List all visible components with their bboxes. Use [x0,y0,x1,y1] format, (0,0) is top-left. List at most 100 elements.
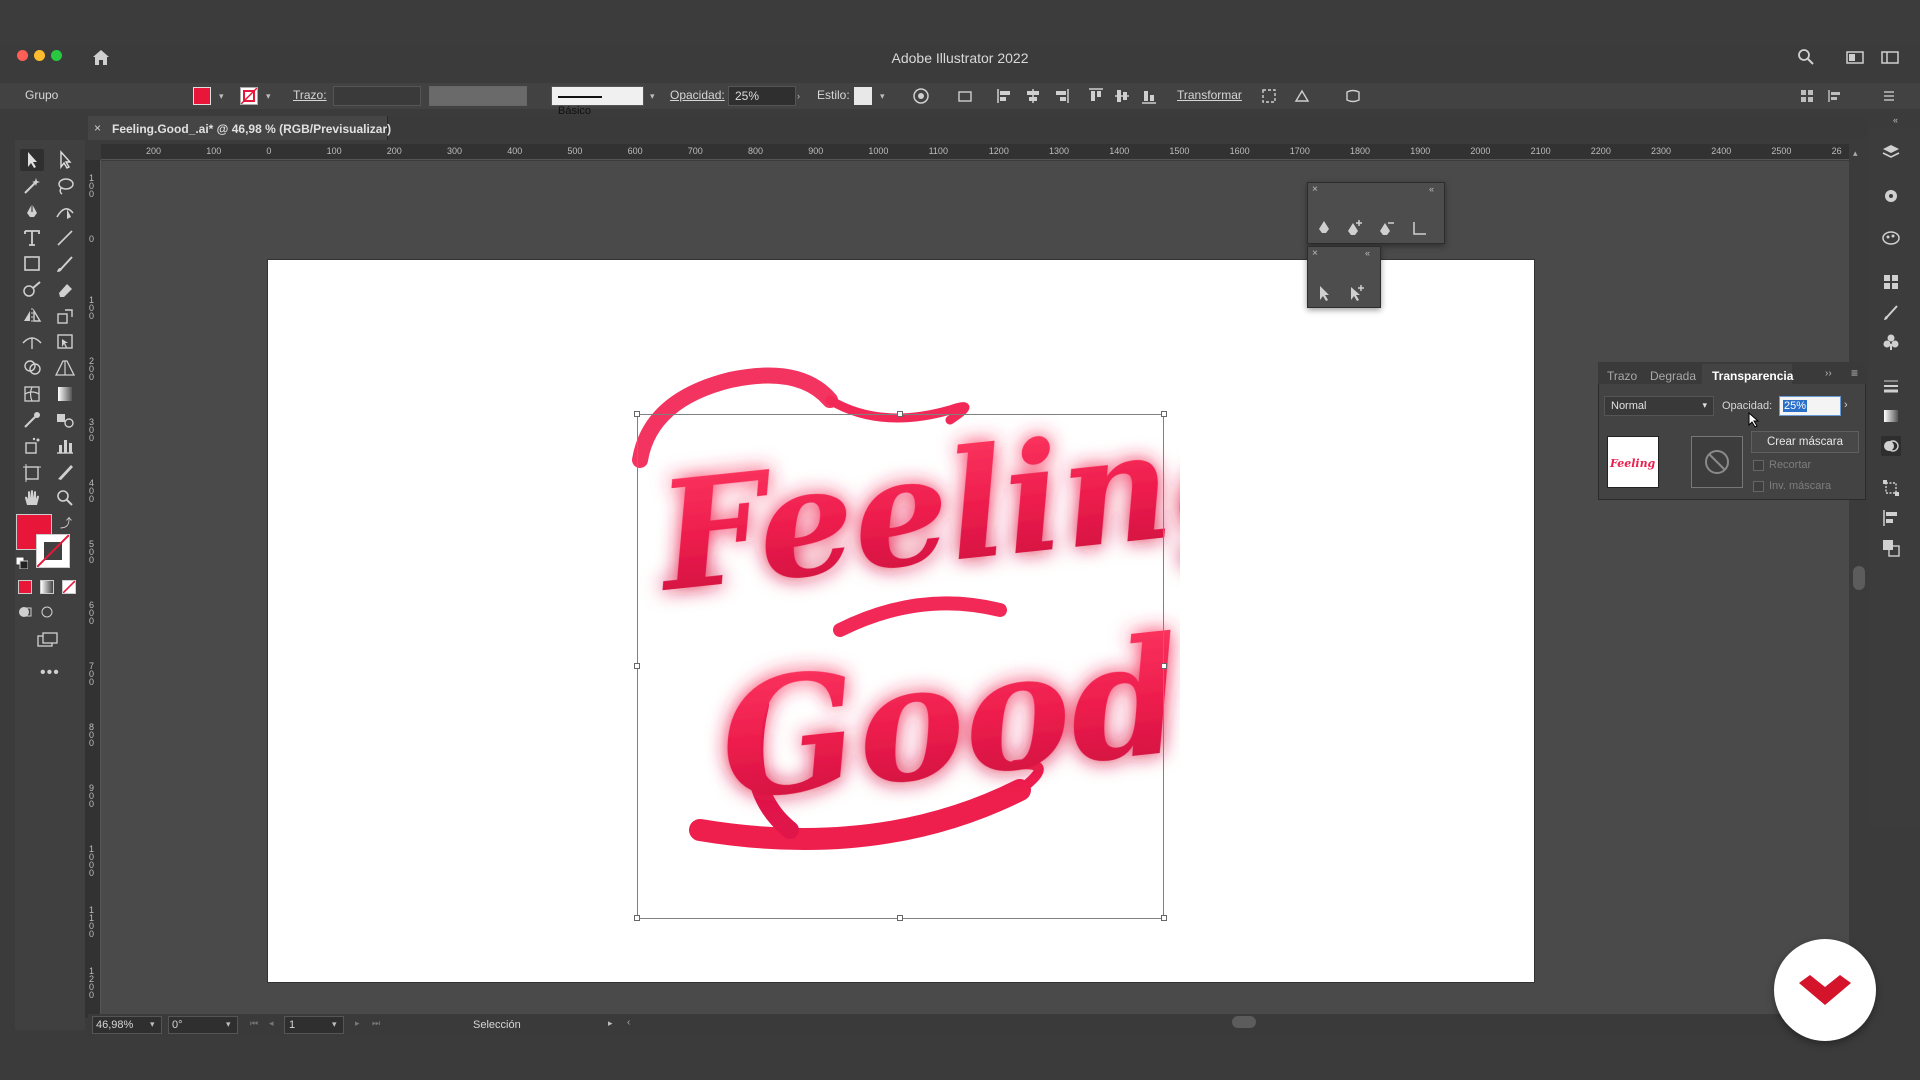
eraser-tool-icon[interactable] [53,279,77,301]
mesh-tool-icon[interactable] [20,383,44,405]
paintbrush-tool-icon[interactable] [53,253,77,275]
perspective-grid-tool-icon[interactable] [53,357,77,379]
artwork-thumbnail[interactable]: Feeling Good [1607,436,1691,488]
properties-icon[interactable] [1881,186,1901,206]
align-top-icon[interactable] [1087,87,1105,105]
draw-mode-icon[interactable] [18,605,32,619]
free-transform-tool-icon[interactable] [53,331,77,353]
add-anchor-point-icon[interactable] [1345,218,1365,238]
brushes-icon[interactable] [1881,302,1901,322]
align-panel-icon[interactable] [1881,508,1901,528]
reflect-tool-icon[interactable] [20,305,44,327]
arrange-documents-icon[interactable] [1881,48,1899,66]
direct-selection-tool-icon[interactable] [53,149,77,171]
variable-width-field[interactable] [429,86,527,106]
selection-panel-collapse-icon[interactable]: « [1365,248,1370,258]
current-tool-label[interactable]: Selección [473,1019,521,1031]
column-graph-tool-icon[interactable] [53,435,77,457]
handle-middle-left[interactable] [634,663,640,669]
handle-top-left[interactable] [634,411,640,417]
direct-select-panel-icon[interactable] [1314,283,1334,303]
control-menu-icon[interactable] [1880,87,1898,105]
stroke-none-swatch[interactable] [240,87,258,105]
tab-stroke[interactable]: Trazo [1607,369,1637,383]
distribute-icon[interactable] [1826,87,1844,105]
align-middle-icon[interactable] [1113,87,1131,105]
panel-expand-icon[interactable]: ›› [1825,368,1832,379]
fill-dropdown-icon[interactable]: ▾ [219,91,227,101]
align-center-icon[interactable] [1024,87,1042,105]
isolate-group-icon[interactable] [1260,87,1278,105]
magic-wand-tool-icon[interactable] [20,175,44,197]
stroke-color-box[interactable] [36,534,70,568]
vertical-scroll-thumb[interactable] [1853,566,1865,590]
zoom-tool-icon[interactable] [53,487,77,509]
curvature-tool-icon[interactable] [53,201,77,223]
anchor-point-tool-icon[interactable] [1410,218,1430,238]
next-artboard-icon[interactable]: ▸ [355,1018,360,1029]
handle-top-right[interactable] [1161,411,1167,417]
puppet-warp-icon[interactable] [1293,87,1311,105]
symbols-icon[interactable] [1881,332,1901,352]
pen-tool-icon-panel[interactable] [1314,218,1334,238]
previous-artboard-icon[interactable]: ◂ [269,1018,274,1029]
last-artboard-icon[interactable]: ⏭ [372,1018,380,1029]
rectangle-tool-icon[interactable] [20,253,44,275]
artboard-dropdown-icon[interactable]: ▾ [332,1019,337,1030]
tab-gradient[interactable]: Degrada [1650,369,1696,383]
rotation-dropdown-icon[interactable]: ▾ [226,1019,231,1030]
handle-bottom-center[interactable] [897,915,903,921]
selection-tool-icon[interactable] [20,149,44,171]
brush-definition-field[interactable]: Básico [551,86,644,117]
layers-icon[interactable] [1881,142,1901,162]
brush-dropdown-icon[interactable]: ▾ [650,91,658,101]
align-bottom-icon[interactable] [1140,87,1158,105]
first-artboard-icon[interactable]: ⏮ [250,1018,258,1029]
type-tool-icon[interactable] [20,227,44,249]
blend-mode-select[interactable]: Normal ▾ [1604,396,1714,416]
color-icon[interactable] [1881,228,1901,248]
artboard-tool-icon[interactable] [20,461,44,483]
workspace-switcher-icon[interactable] [1846,48,1864,66]
fill-color-swatch[interactable] [193,87,211,105]
status-menu-arrow-icon[interactable]: ▸ [608,1018,613,1029]
transform-link[interactable]: Transformar [1177,88,1242,102]
style-dropdown-icon[interactable]: ▾ [880,91,888,101]
opacity-arrow-icon[interactable]: › [797,91,805,101]
line-segment-tool-icon[interactable] [53,227,77,249]
align-left-icon[interactable] [996,87,1014,105]
dock-collapse-icon[interactable]: « [1893,115,1898,125]
arrange-panels-icon[interactable] [1798,87,1816,105]
handle-bottom-right[interactable] [1161,915,1167,921]
graphic-style-swatch[interactable] [854,87,872,105]
width-tool-icon[interactable] [20,331,44,353]
opacity-arrow-icon[interactable]: › [1844,399,1848,411]
envelope-distort-icon[interactable] [1344,87,1362,105]
slice-tool-icon[interactable] [53,461,77,483]
close-tab-icon[interactable]: × [94,121,101,135]
tab-transparency[interactable]: Transparencia [1712,369,1793,383]
scroll-up-arrow-icon[interactable]: ▴ [1853,148,1858,159]
opacity-mask-thumbnail[interactable] [1691,436,1743,488]
group-select-panel-icon[interactable] [1346,283,1366,303]
stroke-dropdown-icon[interactable]: ▾ [266,91,274,101]
handle-bottom-left[interactable] [634,915,640,921]
draw-behind-icon[interactable] [40,605,54,619]
stroke-panel-icon[interactable] [1881,376,1901,396]
gradient-panel-icon[interactable] [1881,406,1901,426]
selection-bounding-box[interactable] [637,414,1164,919]
handle-middle-right[interactable] [1161,663,1167,669]
eyedropper-tool-icon[interactable] [20,409,44,431]
delete-anchor-point-icon[interactable] [1377,218,1397,238]
pen-panel-close-icon[interactable]: × [1312,184,1318,195]
transparency-panel-icon[interactable] [1881,436,1901,456]
recolor-artwork-icon[interactable] [912,87,930,105]
invert-mask-checkbox[interactable] [1753,481,1764,492]
transform-panel-icon[interactable] [1881,478,1901,498]
selection-panel-close-icon[interactable]: × [1312,248,1318,259]
transparency-opacity-field[interactable]: 25% [1779,396,1841,416]
pen-panel-collapse-icon[interactable]: « [1429,184,1434,194]
swatches-icon[interactable] [1881,272,1901,292]
scale-tool-icon[interactable] [53,305,77,327]
color-mode-icon[interactable] [18,580,32,594]
